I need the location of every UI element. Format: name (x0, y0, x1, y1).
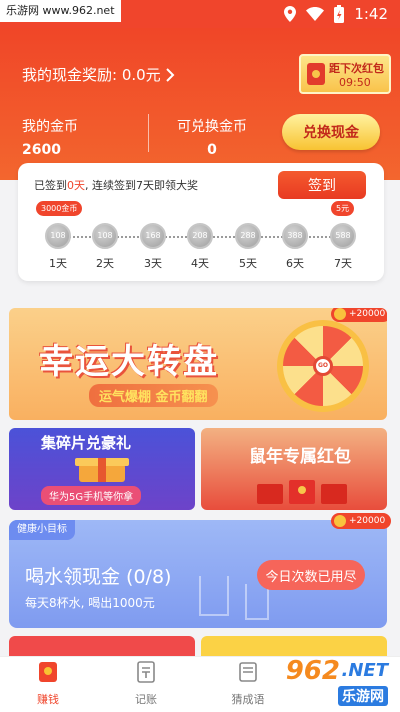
prize-wheel-icon: GO (277, 320, 369, 412)
day-label: 4天 (191, 257, 209, 270)
divider (148, 114, 149, 152)
coin-reward-tag: +20000 (331, 308, 387, 322)
red-envelope-icon (307, 63, 325, 85)
wheel-go-icon: GO (313, 356, 333, 376)
redeem-cash-button[interactable]: 兑换现金 (282, 114, 380, 150)
checkin-day: 108 2天 (85, 223, 125, 271)
drink-water-card[interactable]: 健康小目标 喝水领现金 (0/8) 每天8杯水, 喝出1000元 今日次数已用尽 (9, 520, 387, 628)
coin-icon: 208 (187, 223, 213, 249)
location-icon (284, 6, 297, 22)
wheel-sub-b: 金币翻翻 (155, 390, 208, 405)
my-coins: 我的金币 2600 (22, 116, 78, 158)
gift-box-icon (75, 458, 129, 482)
collect-fragments-banner[interactable]: 集碎片兑豪礼 华为5G手机等你拿 (9, 428, 195, 510)
coin-icon: 168 (140, 223, 166, 249)
cash-reward-label: 我的现金奖励: 0.0元 (22, 66, 161, 84)
water-used-up-button[interactable]: 今日次数已用尽 (257, 560, 365, 590)
day-label: 6天 (286, 257, 304, 270)
health-goal-tag: 健康小目标 (9, 520, 75, 540)
battery-icon (334, 5, 345, 23)
wifi-icon (306, 7, 325, 21)
coin-icon: 288 (235, 223, 261, 249)
my-coins-value: 2600 (22, 142, 61, 158)
fragments-title: 集碎片兑豪礼 (41, 434, 132, 452)
redpack-banner-title: 鼠年专属红包 (249, 447, 351, 467)
exchangeable-label: 可兑换金币 (177, 119, 247, 135)
checkin-day: 168 3天 (133, 223, 173, 271)
wheel-title: 幸运大转盘 (39, 342, 219, 382)
clock: 1:42 (354, 5, 388, 23)
ledger-icon (137, 661, 155, 683)
cup-icon (199, 576, 229, 616)
site-watermark: 962 .NET 乐游网 (246, 656, 396, 708)
checkin-day: 108 1天 (38, 223, 78, 271)
day-label: 7天 (334, 257, 352, 270)
wallet-icon (39, 662, 57, 682)
status-bar: 乐游网 www.962.net 1:42 (0, 0, 400, 28)
watermark-cn: 乐游网 (338, 686, 388, 706)
cash-reward-link[interactable]: 我的现金奖励: 0.0元 (22, 64, 175, 85)
checkin-day: 288 5天 (228, 223, 268, 271)
checkin-card: 已签到0天, 连续签到7天即领大奖 签到 3000金币 5元 108 1天 10… (18, 163, 384, 281)
coin-icon: 108 (45, 223, 71, 249)
checkin-status: 已签到0天, 连续签到7天即领大奖 (34, 177, 198, 193)
day-label: 2天 (96, 257, 114, 270)
checkin-prefix: 已签到 (34, 179, 67, 192)
watermark-text: 乐游网 www.962.net (0, 0, 121, 22)
tab-accounting[interactable]: 记账 (106, 661, 186, 707)
my-coins-label: 我的金币 (22, 119, 78, 135)
next-banner-right[interactable] (201, 636, 387, 656)
checkin-day: 588 7天 (323, 223, 363, 271)
cup-icon (245, 584, 269, 620)
watermark-net: .NET (341, 660, 388, 681)
checkin-days: 0天 (67, 179, 85, 192)
fragments-subtitle: 华为5G手机等你拿 (41, 486, 142, 505)
redpack-timer: 09:50 (339, 76, 371, 89)
coin-reward-tag: +20000 (331, 513, 392, 529)
water-subtitle: 每天8杯水, 喝出1000元 (25, 596, 155, 610)
red-envelopes-icon (257, 480, 347, 504)
water-title: 喝水领现金 (0/8) (25, 566, 172, 588)
coin-icon: 388 (282, 223, 308, 249)
new-year-redpack-banner[interactable]: 鼠年专属红包 (201, 428, 387, 510)
bonus-bubble: 3000金币 (36, 201, 83, 216)
day-label: 3天 (144, 257, 162, 270)
next-redpack-countdown[interactable]: 距下次红包 09:50 (299, 54, 391, 94)
watermark-num: 962 (285, 656, 340, 686)
lucky-wheel-banner[interactable]: 幸运大转盘 运气爆棚 金币翻翻 GO +20000 (9, 308, 387, 420)
bonus-bubble: 5元 (331, 201, 355, 216)
day-label: 5天 (239, 257, 257, 270)
checkin-suffix: , 连续签到7天即领大奖 (85, 179, 198, 192)
day-label: 1天 (49, 257, 67, 270)
wheel-sub-a: 运气爆棚 (99, 390, 152, 405)
tab-earn[interactable]: 赚钱 (8, 661, 88, 707)
tab-label: 赚钱 (37, 693, 59, 706)
header: 我的现金奖励: 0.0元 距下次红包 09:50 我的金币 2600 可兑换金币… (0, 28, 400, 180)
exchangeable-value: 0 (207, 142, 217, 158)
checkin-day: 388 6天 (275, 223, 315, 271)
redpack-label: 距下次红包 (329, 62, 384, 75)
tab-label: 记账 (135, 693, 157, 706)
exchangeable-coins: 可兑换金币 0 (172, 116, 252, 158)
coin-icon: 588 (330, 223, 356, 249)
next-banner-left[interactable] (9, 636, 195, 656)
chevron-right-icon (165, 67, 175, 82)
checkin-day: 208 4天 (180, 223, 220, 271)
status-icons: 1:42 (284, 4, 388, 24)
checkin-button[interactable]: 签到 (278, 171, 366, 199)
coin-icon: 108 (92, 223, 118, 249)
wheel-subtitle: 运气爆棚 金币翻翻 (89, 384, 218, 407)
